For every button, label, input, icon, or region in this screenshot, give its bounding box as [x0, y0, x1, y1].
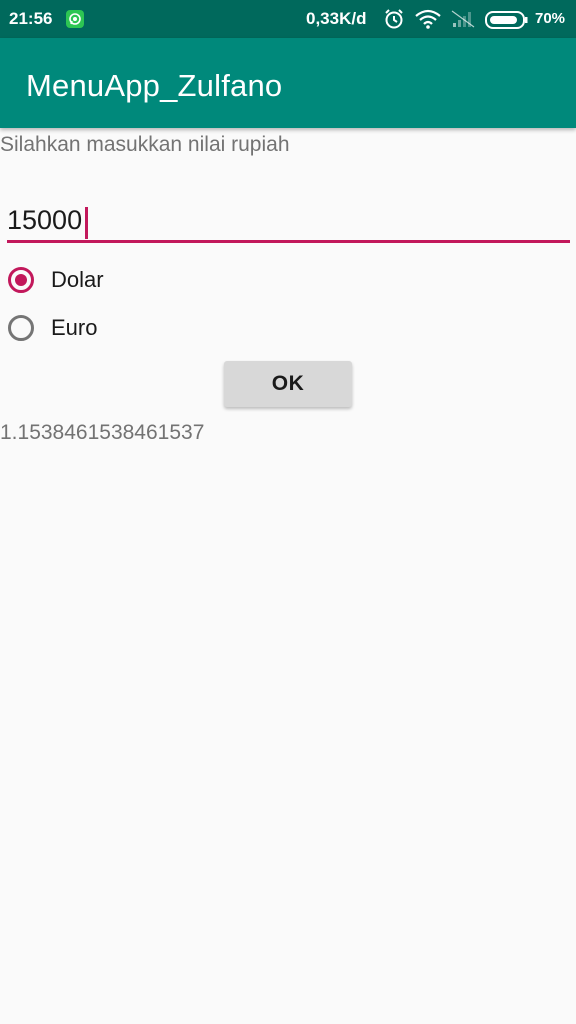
network-speed: 0,33K/d: [306, 9, 367, 28]
radio-label-euro: Euro: [51, 315, 98, 340]
text-cursor: [85, 207, 88, 239]
wifi-icon: [415, 9, 441, 34]
radio-button-unchecked[interactable]: [8, 315, 34, 341]
amount-input[interactable]: [7, 202, 567, 238]
battery-percent: 70%: [535, 10, 566, 27]
ok-button[interactable]: OK: [224, 361, 352, 407]
alarm-icon: [383, 8, 405, 35]
radio-option-euro[interactable]: Euro: [8, 310, 97, 346]
app-bar: MenuApp_Zulfano: [0, 38, 576, 128]
signal-icon: [451, 10, 475, 33]
status-time: 21:56: [9, 9, 53, 28]
radio-label-dolar: Dolar: [51, 267, 104, 292]
radio-option-dolar[interactable]: Dolar: [8, 262, 104, 298]
input-underline: [7, 240, 570, 243]
app-title: MenuApp_Zulfano: [26, 68, 283, 103]
prompt-label: Silahkan masukkan nilai rupiah: [0, 133, 290, 156]
conversion-result: 1.1538461538461537: [0, 421, 205, 444]
battery-icon: [485, 11, 529, 34]
radio-button-checked[interactable]: [8, 267, 34, 293]
whatsapp-icon: [66, 10, 84, 28]
status-bar: 21:56 0,33K/d 70%: [0, 0, 576, 38]
